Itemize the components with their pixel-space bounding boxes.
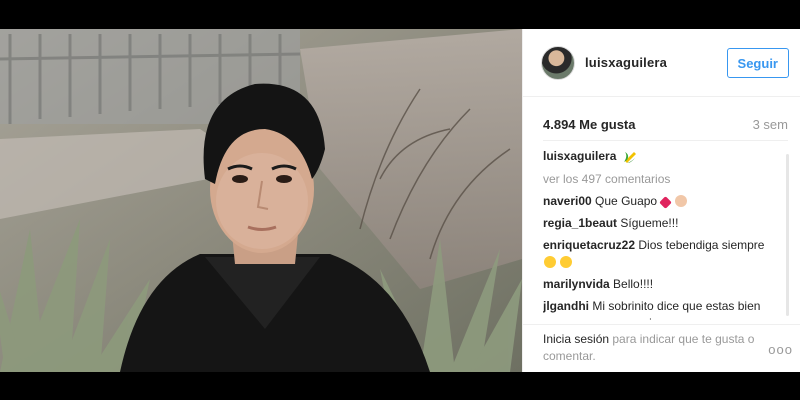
ok-hand-emoji-icon: [674, 195, 687, 207]
post-photo-illustration: [0, 29, 522, 372]
comment-username[interactable]: naveri00: [543, 194, 592, 208]
comment-text: Sígueme!!!: [620, 216, 679, 230]
post-photo[interactable]: [0, 29, 522, 372]
follow-button[interactable]: Seguir: [726, 48, 789, 78]
post-side-panel: luisxaguilera Seguir 4.894 Me gusta 3 se…: [522, 29, 800, 372]
likes-count[interactable]: 4.894 Me gusta: [543, 117, 636, 132]
comment-item: jlgandhi Mi sobrinito dice que estas bie…: [543, 298, 778, 320]
more-options-icon[interactable]: ooo: [768, 341, 793, 358]
post-age[interactable]: 3 sem: [753, 117, 788, 132]
view-all-comments-link[interactable]: ver los 497 comentarios: [543, 171, 778, 188]
comment-username[interactable]: marilynvida: [543, 277, 610, 291]
comment-item: regia_1beaut Sígueme!!!: [543, 215, 778, 232]
comment-username[interactable]: regia_1beaut: [543, 216, 617, 230]
comment-item: marilynvida Bello!!!!: [543, 276, 778, 293]
kissing-face-emoji-icon: [560, 256, 573, 268]
caption-username[interactable]: luisxaguilera: [543, 148, 616, 165]
comment-item: naveri00 Que Guapo: [543, 193, 778, 210]
login-link[interactable]: Inicia sesión: [543, 332, 609, 346]
letterbox-bottom: [0, 372, 800, 400]
letterbox-top: [0, 0, 800, 29]
instagram-post: luisxaguilera Seguir 4.894 Me gusta 3 se…: [0, 29, 800, 372]
screenshot: luisxaguilera Seguir 4.894 Me gusta 3 se…: [0, 0, 800, 400]
comment-item: enriquetacruz22 Dios tebendiga siempre: [543, 237, 778, 271]
author-avatar[interactable]: [541, 45, 575, 80]
caption: luisxaguilera: [543, 148, 778, 165]
comment-text: Dios tebendiga siempre: [638, 238, 765, 252]
author-username[interactable]: luisxaguilera: [585, 55, 667, 70]
comment-username[interactable]: enriquetacruz22: [543, 238, 635, 252]
likes-divider: [543, 140, 788, 141]
comments-scrollbar[interactable]: [786, 154, 789, 316]
post-header: luisxaguilera Seguir: [523, 29, 800, 97]
heart-emoji-icon: [659, 196, 673, 209]
likes-row: 4.894 Me gusta 3 sem: [543, 117, 788, 132]
comment-username[interactable]: jlgandhi: [543, 299, 589, 313]
comments-list: luisxaguilera ver los 497 comentarios na…: [543, 148, 778, 320]
comment-text: Que Guapo: [595, 194, 658, 208]
post-footer: Inicia sesión para indicar que te gusta …: [523, 324, 800, 372]
comment-text: Bello!!!!: [613, 277, 654, 291]
corn-cob-icon: [624, 151, 637, 163]
kissing-face-emoji-icon: [544, 256, 556, 268]
